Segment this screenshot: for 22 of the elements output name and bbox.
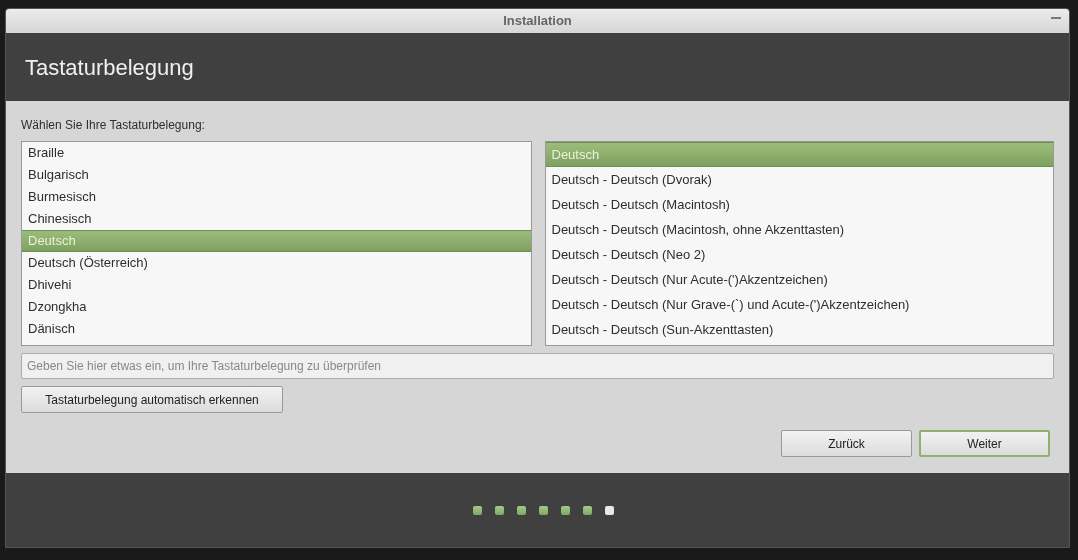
list-item[interactable]: Deutsch - Deutsch (Macintosh, ohne Akzenttasten) — [545, 217, 1053, 242]
window-title: Installation — [503, 12, 572, 31]
list-item[interactable]: Deutsch - Deutsch (Neo 2) — [545, 242, 1053, 267]
list-item[interactable]: Deutsch - Deutsch (Dvorak) — [545, 167, 1053, 192]
list-item[interactable]: Dhivehi — [22, 274, 531, 296]
list-item[interactable]: Dänisch — [22, 318, 531, 340]
list-item[interactable]: Deutsch - Deutsch (Macintosh) — [545, 192, 1053, 217]
nav-button[interactable]: Weiter — [919, 430, 1050, 457]
list-item[interactable]: Deutsch - Deutsch (Nur Grave-(`) und Acute-(')Akzentzeichen) — [545, 292, 1053, 317]
list-item[interactable]: Chinesisch — [22, 208, 531, 230]
page-title: Tastaturbelegung — [25, 53, 194, 82]
list-item[interactable]: Deutsch (Österreich) — [22, 252, 531, 274]
nav-button[interactable]: Zurück — [781, 430, 912, 457]
list-item[interactable]: Deutsch - Deutsch (Sun-Akzenttasten) — [545, 317, 1053, 342]
list-item[interactable]: Braille — [22, 142, 531, 164]
list-item[interactable]: Bulgarisch — [22, 164, 531, 186]
prompt-label: Wählen Sie Ihre Tastaturbelegung: — [21, 117, 206, 133]
detect-button[interactable]: Tastaturbelegung automatisch erkennen — [21, 386, 283, 413]
list-item[interactable]: Burmesisch — [22, 186, 531, 208]
list-item[interactable]: Deutsch - Deutsch (Nur Acute-(')Akzentzeichen) — [545, 267, 1053, 292]
list-item[interactable]: Dzongkha — [22, 296, 531, 318]
test-input-field[interactable]: Geben Sie hier etwas ein, um Ihre Tastaturbelegung zu überprüfen — [21, 353, 1054, 379]
